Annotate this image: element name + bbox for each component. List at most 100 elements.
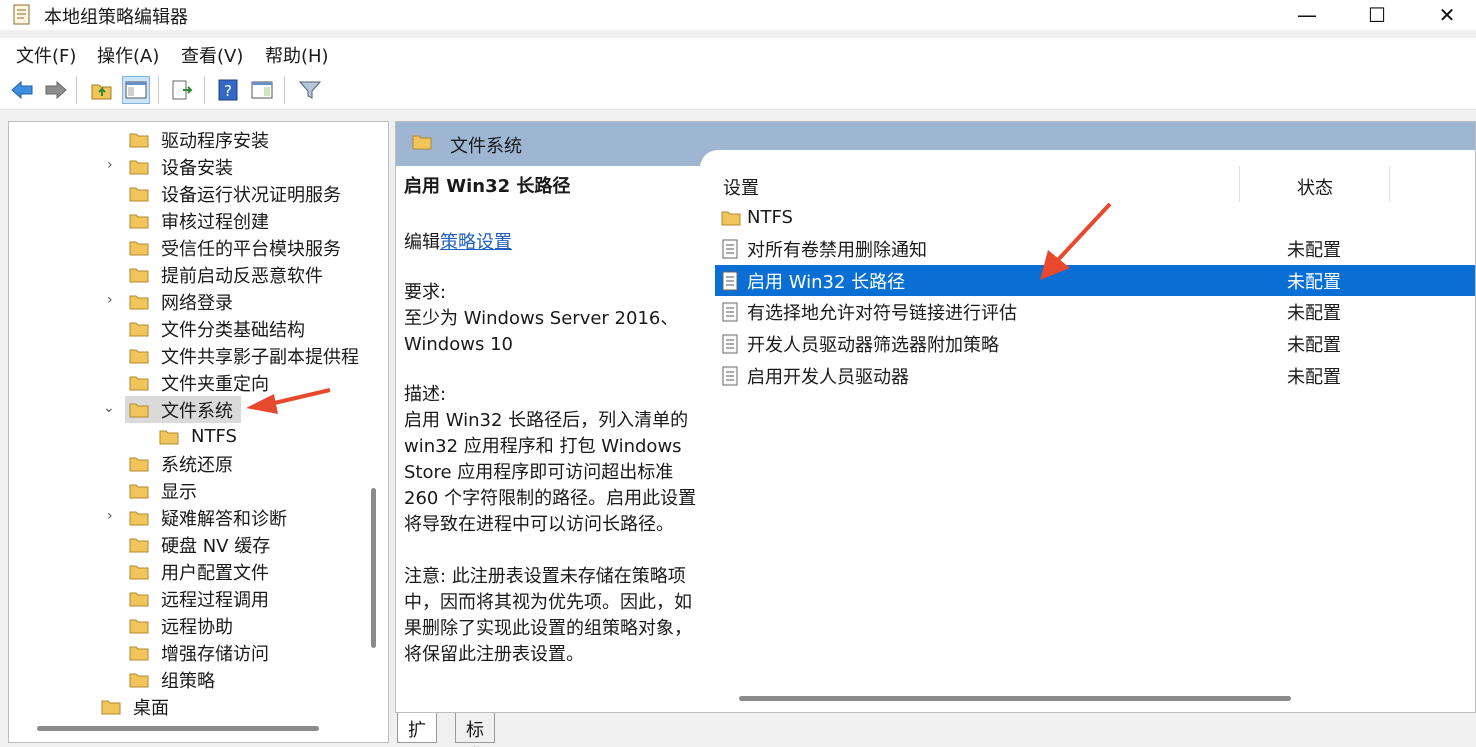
tree-pane: 驱动程序安装 › 设备安装 设备运行状况证明服务 审核过程创建受信任的平台模块服务 提前启… [8, 121, 389, 743]
forward-arrow-icon[interactable] [42, 76, 70, 104]
close-button[interactable]: ✕ [1412, 0, 1476, 30]
list-horizontal-scrollbar[interactable] [739, 696, 1291, 701]
policy-setting-icon [721, 271, 739, 291]
description-line: 260 个字符限制的路径。启用此设置 [404, 488, 697, 509]
edit-prefix: 编辑 [404, 232, 440, 253]
chevron-right-icon[interactable]: › [107, 157, 121, 173]
menu-file[interactable]: 文件(F) [16, 42, 76, 68]
tree-item[interactable]: 驱动程序安装 [129, 126, 269, 153]
note-line: 中，因而将其视为优先项。因此，如 [404, 592, 692, 613]
folder-icon [129, 159, 161, 175]
tree-item[interactable]: 提前启动反恶意软件 [129, 261, 323, 288]
tree-item[interactable]: ⌄ 文件系统 [103, 396, 241, 423]
folder-icon [129, 186, 161, 202]
toolbar-separator [204, 76, 205, 104]
folder-icon [129, 510, 161, 526]
setting-state: 未配置 [1287, 334, 1341, 356]
back-arrow-icon[interactable] [8, 76, 36, 104]
policy-setting-icon [721, 366, 739, 386]
setting-row[interactable]: 开发人员驱动器筛选器附加策略 未配置 [715, 328, 1475, 359]
tree-item[interactable]: 桌面 [101, 693, 169, 720]
folder-icon [129, 267, 161, 283]
tree-item-label: 驱动程序安装 [161, 130, 269, 152]
note-line: 注意: 此注册表设置未存储在策略项 [404, 566, 686, 587]
settings-list: 设置 状态 NTFS 对所有卷禁用删除通知 未配置 启用 Win32 长路径 未配置 有选… [715, 166, 1475, 712]
filter-icon[interactable] [296, 76, 324, 104]
chevron-down-icon[interactable]: ⌄ [103, 400, 117, 416]
tree-item[interactable]: 用户配置文件 [129, 558, 269, 585]
setting-state: 未配置 [1287, 271, 1341, 293]
column-header-setting[interactable]: 设置 [723, 174, 759, 200]
setting-row[interactable]: 对所有卷禁用删除通知 未配置 [715, 234, 1475, 265]
tree-item[interactable]: 显示 [129, 477, 197, 504]
tab-extended[interactable]: 扩展 [397, 713, 437, 747]
tab-standard[interactable]: 标准 [455, 713, 495, 747]
maximize-button[interactable]: ☐ [1342, 0, 1412, 30]
up-folder-icon[interactable] [88, 76, 116, 104]
toolbar-separator [76, 76, 77, 104]
tree-item[interactable]: 增强存储访问 [129, 639, 269, 666]
setting-row[interactable]: NTFS [715, 202, 1475, 233]
tree-item-label: 受信任的平台模块服务 [161, 238, 341, 260]
policy-setting-icon [721, 302, 739, 322]
folder-icon [129, 456, 161, 472]
chevron-right-icon[interactable]: › [107, 508, 121, 524]
tree-item-label: 桌面 [133, 697, 169, 719]
extended-view-icon[interactable] [248, 76, 276, 104]
chevron-right-icon[interactable]: › [107, 292, 121, 308]
description-label: 描述: [404, 384, 447, 405]
window-title: 本地组策略编辑器 [44, 7, 188, 28]
tree-item-label: 显示 [161, 481, 197, 503]
tree-item[interactable]: 远程协助 [129, 612, 233, 639]
policy-setting-icon [721, 334, 739, 354]
column-divider[interactable] [1389, 166, 1390, 202]
tree-item[interactable]: 硬盘 NV 缓存 [129, 531, 270, 558]
help-icon[interactable]: ? [214, 76, 242, 104]
minimize-button[interactable]: — [1272, 0, 1342, 30]
tree-item[interactable]: 组策略 [129, 666, 215, 693]
setting-state: 未配置 [1287, 366, 1341, 388]
folder-icon [129, 132, 161, 148]
setting-row[interactable]: 有选择地允许对符号链接进行评估 未配置 [715, 297, 1475, 328]
details-pane: 文件系统 启用 Win32 长路径 编辑策略设置 要求: 至少为 Windows… [395, 121, 1476, 713]
setting-row[interactable]: 启用开发人员驱动器 未配置 [715, 360, 1475, 391]
tree-item-label: 设备安装 [161, 157, 233, 179]
tree-item[interactable]: 文件分类基础结构 [129, 315, 305, 342]
folder-icon [129, 672, 161, 688]
tree-item[interactable]: 系统还原 [129, 450, 233, 477]
menu-action[interactable]: 操作(A) [97, 42, 159, 68]
tree-item-label: 文件夹重定向 [161, 373, 269, 395]
description-line: Store 应用程序即可访问超出标准 [404, 462, 674, 483]
export-list-icon[interactable] [168, 76, 196, 104]
title-bar: 本地组策略编辑器 — ☐ ✕ [0, 0, 1476, 30]
tree-item[interactable]: 审核过程创建 [129, 207, 269, 234]
tree-item[interactable]: NTFS [159, 423, 237, 450]
setting-name: NTFS [747, 207, 793, 228]
menu-help[interactable]: 帮助(H) [265, 42, 329, 68]
column-header-state[interactable]: 状态 [1297, 174, 1333, 200]
tree-item-label: 疑难解答和诊断 [161, 508, 287, 530]
description-line: 启用 Win32 长路径后，列入清单的 [404, 410, 689, 431]
tree-item[interactable]: › 网络登录 [107, 288, 233, 315]
svg-text:?: ? [224, 82, 232, 100]
tree-item[interactable]: 远程过程调用 [129, 585, 269, 612]
group-policy-app-icon [13, 4, 30, 25]
show-hide-tree-icon[interactable] [122, 76, 150, 104]
tree-item[interactable]: 文件共享影子副本提供程 [129, 342, 359, 369]
folder-icon [129, 618, 161, 634]
tree-item[interactable]: 文件夹重定向 [129, 369, 269, 396]
tree-item[interactable]: 受信任的平台模块服务 [129, 234, 341, 261]
tree-vertical-scrollbar[interactable] [371, 488, 376, 648]
tree-item[interactable]: 设备运行状况证明服务 [129, 180, 341, 207]
policy-settings-link[interactable]: 策略设置 [440, 232, 512, 253]
tree-item[interactable]: › 疑难解答和诊断 [107, 504, 287, 531]
setting-row[interactable]: 启用 Win32 长路径 未配置 [715, 265, 1475, 297]
policy-setting-icon [721, 239, 739, 259]
menu-view[interactable]: 查看(V) [181, 42, 243, 68]
description-line: win32 应用程序和 打包 Windows [404, 436, 682, 457]
column-divider[interactable] [1239, 166, 1240, 202]
setting-name: 启用 Win32 长路径 [747, 271, 906, 293]
setting-state: 未配置 [1287, 240, 1341, 262]
tree-horizontal-scrollbar[interactable] [37, 726, 319, 731]
tree-item[interactable]: › 设备安装 [107, 153, 233, 180]
